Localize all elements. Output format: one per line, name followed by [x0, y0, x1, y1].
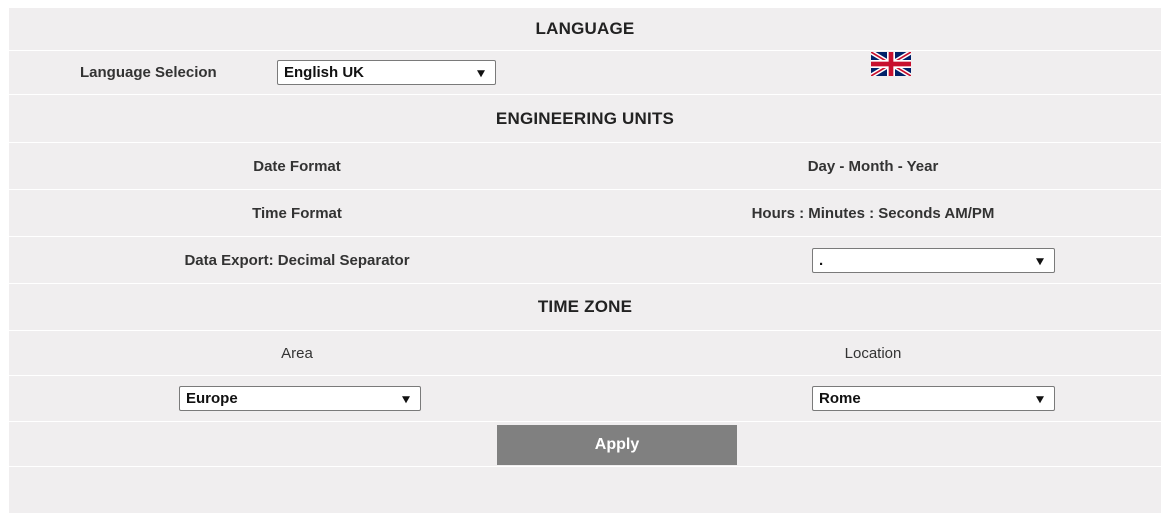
empty-row [9, 467, 1161, 513]
decimal-separator-select[interactable]: . [812, 248, 1055, 273]
time-zone-section-title: TIME ZONE [9, 284, 1161, 331]
language-selection-row: Language Selecion English UK [9, 51, 1161, 95]
date-format-value: Day - Month - Year [807, 157, 939, 175]
date-format-row: Date Format Day - Month - Year [9, 143, 1161, 190]
location-select-value: Rome [819, 390, 861, 407]
chevron-down-icon [1036, 395, 1044, 403]
location-select[interactable]: Rome [812, 386, 1055, 411]
language-selection-label: Language Selecion [80, 64, 217, 81]
area-select[interactable]: Europe [179, 386, 421, 411]
chevron-down-icon [402, 395, 410, 403]
area-label: Area [281, 344, 313, 362]
time-format-label: Time Format [252, 204, 342, 222]
apply-row: Apply [9, 422, 1161, 467]
decimal-separator-row: Data Export: Decimal Separator . [9, 237, 1161, 284]
language-select-value: English UK [284, 64, 365, 81]
time-format-row: Time Format Hours : Minutes : Seconds AM… [9, 190, 1161, 237]
chevron-down-icon [477, 69, 485, 77]
time-zone-labels-row: Area Location [9, 331, 1161, 376]
chevron-down-icon [1036, 257, 1044, 265]
decimal-separator-select-value: . [819, 252, 824, 269]
settings-panel: LANGUAGE Language Selecion English UK EN… [9, 8, 1161, 513]
language-section-title: LANGUAGE [9, 8, 1161, 51]
decimal-separator-label: Data Export: Decimal Separator [184, 251, 410, 269]
engineering-units-section-title: ENGINEERING UNITS [9, 95, 1161, 143]
date-format-label: Date Format [253, 157, 341, 175]
uk-flag-icon [871, 52, 911, 76]
area-select-value: Europe [186, 390, 238, 407]
location-label: Location [844, 344, 902, 362]
language-select[interactable]: English UK [277, 60, 496, 85]
time-zone-selects-row: Europe Rome [9, 376, 1161, 422]
time-format-value: Hours : Minutes : Seconds AM/PM [751, 204, 995, 222]
apply-button[interactable]: Apply [497, 425, 737, 465]
